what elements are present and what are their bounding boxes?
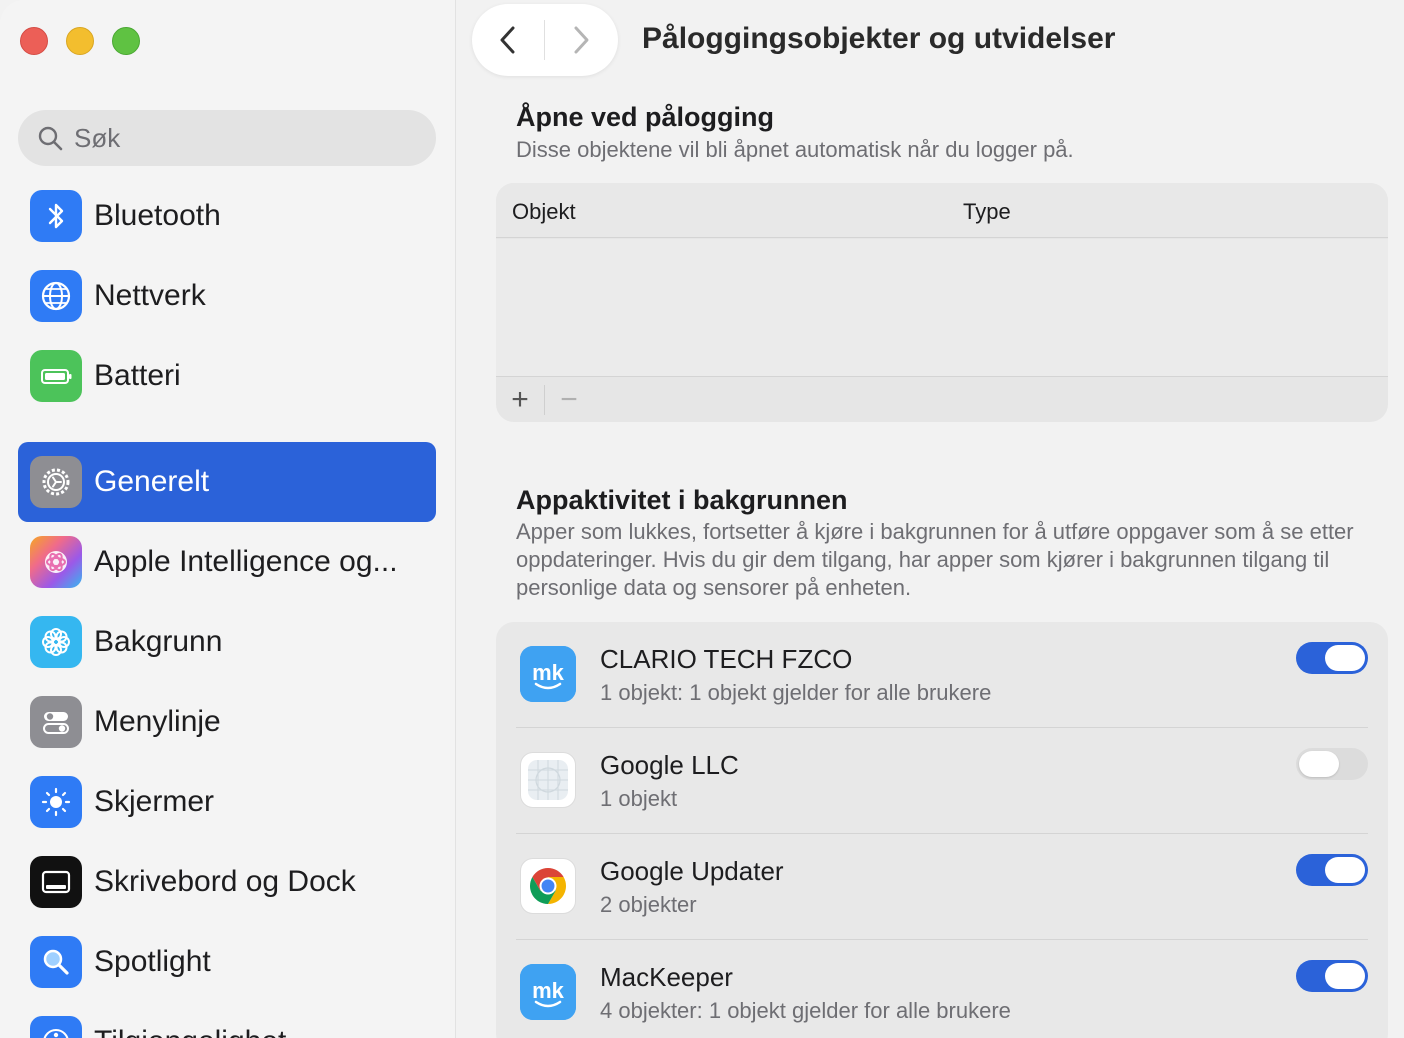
login-section-title: Åpne ved pålogging xyxy=(516,102,775,132)
search-placeholder: Søk xyxy=(74,122,121,153)
background-toggle[interactable] xyxy=(1296,960,1368,992)
list-item: Google LLC 1 objekt xyxy=(496,728,1388,834)
sidebar-item-apple-intelligence[interactable]: Apple Intelligence og... xyxy=(18,522,436,602)
bluetooth-icon xyxy=(30,190,82,242)
background-toggle[interactable] xyxy=(1296,642,1368,674)
sidebar-item-battery[interactable]: Batteri xyxy=(18,336,436,416)
chrome-icon xyxy=(520,858,576,914)
background-apps-list: mk CLARIO TECH FZCO 1 objekt: 1 objekt g… xyxy=(496,622,1388,1038)
globe-icon xyxy=(30,270,82,322)
app-name: Google Updater xyxy=(600,856,784,886)
back-button[interactable] xyxy=(472,4,544,76)
list-item: mk MacKeeper 4 objekter: 1 objekt gjelde… xyxy=(496,940,1388,1038)
login-items-table: Objekt Type + − xyxy=(496,183,1388,422)
column-header-object[interactable]: Objekt xyxy=(512,199,576,225)
background-section-title: Appaktivitet i bakgrunnen xyxy=(516,485,848,515)
toggle-knob xyxy=(1325,645,1365,671)
chevron-left-icon xyxy=(500,26,515,54)
generic-app-icon xyxy=(520,752,576,808)
sun-icon xyxy=(30,776,82,828)
menubar-icon xyxy=(30,696,82,748)
list-item: Google Updater 2 objekter xyxy=(496,834,1388,940)
sidebar-item-general[interactable]: Generelt xyxy=(18,442,436,522)
apple-intelligence-icon xyxy=(30,536,82,588)
accessibility-icon xyxy=(30,1016,82,1038)
sidebar-item-label: Apple Intelligence og... xyxy=(94,545,398,578)
sidebar-item-menubar[interactable]: Menylinje xyxy=(18,682,436,762)
app-name: Google LLC xyxy=(600,750,739,780)
sidebar-item-label: Batteri xyxy=(94,359,181,392)
sidebar-item-label: Menylinje xyxy=(94,705,221,738)
dock-icon xyxy=(30,856,82,908)
sidebar-item-label: Skrivebord og Dock xyxy=(94,865,356,898)
app-detail: 4 objekter: 1 objekt gjelder for alle br… xyxy=(600,998,1011,1023)
add-login-item-button[interactable]: + xyxy=(496,377,544,423)
close-window-button[interactable] xyxy=(20,27,48,55)
app-name: MacKeeper xyxy=(600,962,733,992)
sidebar-item-bluetooth[interactable]: Bluetooth xyxy=(18,176,436,256)
app-detail: 1 objekt xyxy=(600,786,678,811)
sidebar-item-label: Spotlight xyxy=(94,945,211,978)
sidebar-item-wallpaper[interactable]: Bakgrunn xyxy=(18,602,436,682)
toggle-knob xyxy=(1325,857,1365,883)
sidebar-item-network[interactable]: Nettverk xyxy=(18,256,436,336)
magnifier-icon xyxy=(30,936,82,988)
sidebar: Søk Bluetooth Nettverk Batteri Generelt … xyxy=(0,0,456,1038)
app-detail: 2 objekter xyxy=(600,892,697,917)
sidebar-item-label: Generelt xyxy=(94,465,210,498)
column-header-type[interactable]: Type xyxy=(963,199,1011,225)
sidebar-item-displays[interactable]: Skjermer xyxy=(18,762,436,842)
sidebar-item-label: Bakgrunn xyxy=(94,625,223,658)
table-body xyxy=(496,239,1388,376)
traffic-lights xyxy=(20,27,140,55)
background-section-description: Apper som lukkes, fortsetter å kjøre i b… xyxy=(516,519,1354,600)
forward-button[interactable] xyxy=(545,4,617,76)
svg-text:mk: mk xyxy=(532,978,565,1003)
main-content: Påloggingsobjekter og utvidelser Åpne ve… xyxy=(456,0,1404,1038)
settings-window: Søk Bluetooth Nettverk Batteri Generelt … xyxy=(0,0,1404,1038)
navigation-controls xyxy=(472,4,618,76)
mackeeper-icon: mk xyxy=(520,964,576,1020)
sidebar-item-accessibility[interactable]: Tilgjengelighet xyxy=(18,1002,436,1038)
sidebar-item-label: Nettverk xyxy=(94,279,206,312)
flower-icon xyxy=(30,616,82,668)
chevron-right-icon xyxy=(574,26,589,54)
app-detail: 1 objekt: 1 objekt gjelder for alle bruk… xyxy=(600,680,992,705)
remove-login-item-button[interactable]: − xyxy=(545,377,593,423)
background-toggle[interactable] xyxy=(1296,854,1368,886)
sidebar-item-desktop-dock[interactable]: Skrivebord og Dock xyxy=(18,842,436,922)
sidebar-item-spotlight[interactable]: Spotlight xyxy=(18,922,436,1002)
battery-icon xyxy=(30,350,82,402)
app-name: CLARIO TECH FZCO xyxy=(600,644,853,674)
toggle-knob xyxy=(1299,751,1339,777)
list-item: mk CLARIO TECH FZCO 1 objekt: 1 objekt g… xyxy=(496,622,1388,728)
search-field[interactable]: Søk xyxy=(18,110,436,166)
sidebar-item-label: Bluetooth xyxy=(94,199,221,232)
page-title: Påloggingsobjekter og utvidelser xyxy=(642,22,1116,55)
gear-icon xyxy=(30,456,82,508)
mackeeper-icon: mk xyxy=(520,646,576,702)
minimize-window-button[interactable] xyxy=(66,27,94,55)
toggle-knob xyxy=(1325,963,1365,989)
table-header: Objekt Type xyxy=(496,183,1388,238)
table-footer: + − xyxy=(496,376,1388,422)
search-icon xyxy=(38,126,63,151)
sidebar-item-label: Tilgjengelighet xyxy=(94,1025,286,1038)
sidebar-item-label: Skjermer xyxy=(94,785,215,818)
zoom-window-button[interactable] xyxy=(112,27,140,55)
svg-text:mk: mk xyxy=(532,660,565,685)
login-section-description: Disse objektene vil bli åpnet automatisk… xyxy=(516,137,1074,162)
background-toggle[interactable] xyxy=(1296,748,1368,780)
